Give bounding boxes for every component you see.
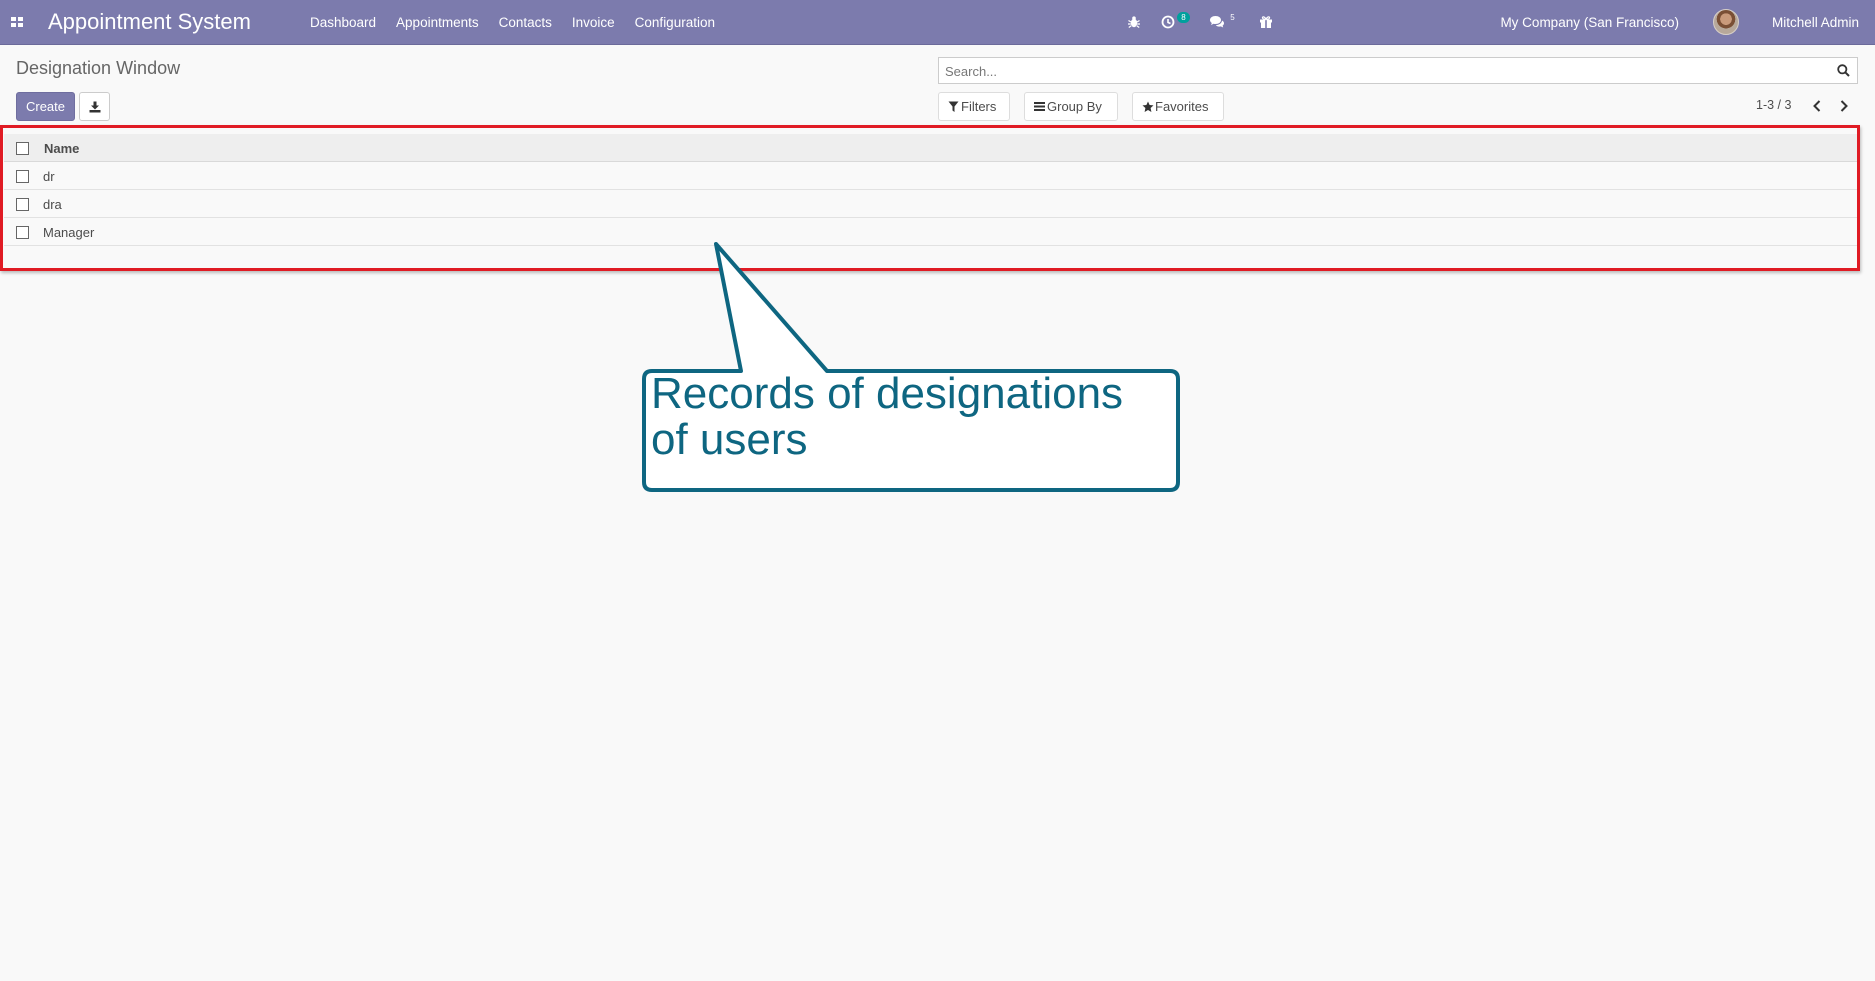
menu-item-appointments[interactable]: Appointments: [386, 0, 489, 45]
export-download-button[interactable]: [79, 92, 110, 121]
group-by-list-icon: [1034, 102, 1045, 111]
breadcrumb: Designation Window: [16, 58, 181, 78]
activity-count-badge: 8: [1177, 12, 1190, 23]
group-by-label: Group By: [1047, 99, 1102, 114]
row-checkbox[interactable]: [16, 170, 29, 183]
designation-list: Name dr dra Manager: [4, 134, 1860, 246]
annotation-callout-text: Records of designations of users: [651, 369, 1124, 464]
menu-item-dashboard[interactable]: Dashboard: [300, 0, 386, 45]
filters-button[interactable]: Filters: [938, 92, 1010, 121]
group-by-button[interactable]: Group By: [1024, 92, 1118, 121]
row-name-cell[interactable]: Manager: [43, 225, 94, 240]
create-button[interactable]: Create: [16, 92, 75, 121]
search-input[interactable]: [943, 60, 1827, 83]
table-row[interactable]: dr: [4, 162, 1860, 190]
row-name-cell[interactable]: dr: [43, 169, 55, 184]
star-icon: [1142, 101, 1154, 112]
gift-icon[interactable]: [1259, 0, 1279, 45]
table-row[interactable]: dra: [4, 190, 1860, 218]
filters-label: Filters: [961, 99, 997, 114]
user-menu[interactable]: Mitchell Admin (as14): [1735, 0, 1859, 75]
top-navbar: Appointment System Dashboard Appointment…: [0, 0, 1875, 75]
chevron-right-icon: [1840, 100, 1848, 112]
row-name-cell[interactable]: dra: [43, 197, 62, 212]
menu-item-configuration[interactable]: Configuration: [625, 0, 725, 45]
menu-item-contacts[interactable]: Contacts: [489, 0, 562, 45]
messages-count-badge: 5: [1230, 13, 1235, 22]
select-all-checkbox[interactable]: [16, 142, 29, 155]
pager-value[interactable]: 1-3 / 3: [1756, 98, 1791, 112]
debug-bug-icon[interactable]: [1127, 0, 1147, 45]
search-bar: [938, 57, 1858, 84]
chevron-left-icon: [1813, 100, 1821, 112]
row-checkbox[interactable]: [16, 198, 29, 211]
app-brand-title[interactable]: Appointment System: [48, 9, 251, 35]
messages-chat-icon[interactable]: 5: [1209, 0, 1239, 45]
main-menu: Dashboard Appointments Contacts Invoice …: [300, 0, 725, 45]
list-header: Name: [4, 134, 1860, 162]
menu-item-invoice[interactable]: Invoice: [562, 0, 625, 45]
pager-previous-button[interactable]: [1807, 96, 1827, 116]
pager-next-button[interactable]: [1834, 96, 1854, 116]
row-checkbox[interactable]: [16, 226, 29, 239]
filter-funnel-icon: [948, 101, 959, 112]
table-row[interactable]: Manager: [4, 218, 1860, 246]
download-icon: [89, 101, 101, 113]
activity-clock-icon[interactable]: 8: [1161, 0, 1193, 45]
company-switcher[interactable]: My Company (San Francisco): [1499, 0, 1679, 45]
column-header-name[interactable]: Name: [44, 141, 79, 156]
favorites-label: Favorites: [1155, 99, 1209, 114]
search-icon[interactable]: [1837, 64, 1850, 82]
apps-grid-icon[interactable]: [10, 15, 24, 29]
favorites-button[interactable]: Favorites: [1132, 92, 1224, 121]
